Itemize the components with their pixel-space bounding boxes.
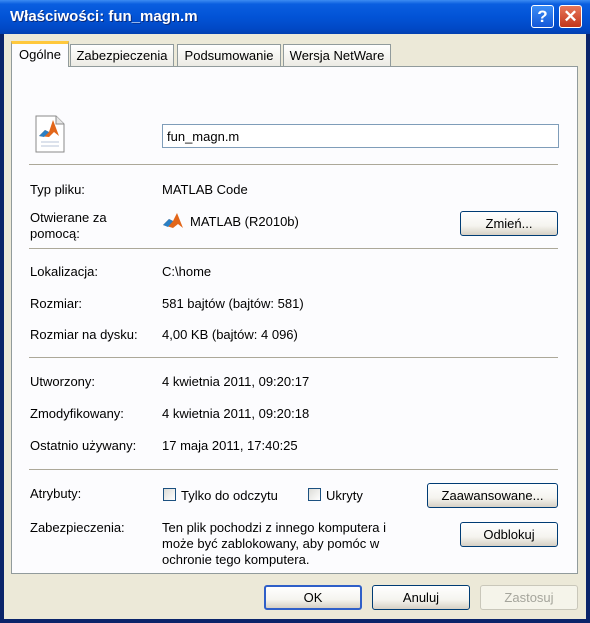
security-message: Ten plik pochodzi z innego komputera i m…: [162, 520, 386, 568]
apply-button[interactable]: Zastosuj: [480, 585, 578, 610]
type-label: Typ pliku:: [30, 182, 85, 197]
security-label: Zabezpieczenia:: [30, 520, 125, 535]
type-value: MATLAB Code: [162, 182, 248, 197]
close-button[interactable]: ✕: [559, 5, 582, 28]
separator: [29, 164, 558, 165]
size-on-disk-value: 4,00 KB (bajtów: 4 096): [162, 327, 298, 342]
dialog-body: Ogólne Zabezpieczenia Podsumowanie Wersj…: [4, 34, 586, 619]
readonly-checkbox[interactable]: [163, 488, 176, 501]
title-bar[interactable]: Właściwości: fun_magn.m ? ✕: [0, 0, 590, 34]
matlab-file-icon: [35, 115, 65, 153]
matlab-icon: [163, 213, 183, 228]
tab-general[interactable]: Ogólne: [11, 41, 69, 67]
security-text-line: ochronie tego komputera.: [162, 552, 310, 567]
separator: [29, 248, 558, 249]
readonly-label[interactable]: Tylko do odczytu: [181, 488, 278, 503]
general-panel: Typ pliku: MATLAB Code Otwierane za pomo…: [11, 66, 578, 574]
close-icon: ✕: [563, 7, 578, 26]
size-value: 581 bajtów (bajtów: 581): [162, 296, 304, 311]
opens-with-app: MATLAB (R2010b): [190, 214, 299, 229]
filename-input[interactable]: [162, 124, 559, 148]
created-value: 4 kwietnia 2011, 09:20:17: [162, 374, 310, 389]
size-label: Rozmiar:: [30, 296, 83, 311]
tab-netware[interactable]: Wersja NetWare: [283, 44, 391, 66]
ok-button[interactable]: OK: [264, 585, 362, 610]
accessed-label: Ostatnio używany:: [30, 438, 137, 453]
location-value: C:\home: [162, 264, 212, 279]
cancel-button[interactable]: Anuluj: [372, 585, 470, 610]
opens-with-label: Otwierane za pomocą:: [30, 210, 107, 241]
security-text-line: Ten plik pochodzi z innego komputera i: [162, 520, 387, 535]
properties-window: Właściwości: fun_magn.m ? ✕ Ogólne Zabez…: [0, 0, 590, 623]
hidden-label[interactable]: Ukryty: [326, 488, 363, 503]
hidden-checkbox[interactable]: [308, 488, 321, 501]
size-on-disk-label: Rozmiar na dysku:: [30, 327, 138, 342]
question-icon: ?: [537, 7, 548, 26]
tab-security[interactable]: Zabezpieczenia: [70, 44, 174, 66]
security-text-line: może być zablokowany, aby pomóc w: [162, 536, 380, 551]
tab-summary[interactable]: Podsumowanie: [177, 44, 281, 66]
help-button[interactable]: ?: [531, 5, 554, 28]
change-button[interactable]: Zmień...: [460, 211, 558, 236]
separator: [29, 357, 558, 358]
location-label: Lokalizacja:: [30, 264, 98, 279]
attributes-label: Atrybuty:: [30, 486, 82, 501]
created-label: Utworzony:: [30, 374, 96, 389]
unblock-button[interactable]: Odblokuj: [460, 522, 558, 547]
advanced-button[interactable]: Zaawansowane...: [427, 483, 558, 508]
modified-value: 4 kwietnia 2011, 09:20:18: [162, 406, 310, 421]
window-title: Właściwości: fun_magn.m: [10, 8, 198, 25]
separator: [29, 469, 558, 470]
accessed-value: 17 maja 2011, 17:40:25: [162, 438, 298, 453]
modified-label: Zmodyfikowany:: [30, 406, 124, 421]
